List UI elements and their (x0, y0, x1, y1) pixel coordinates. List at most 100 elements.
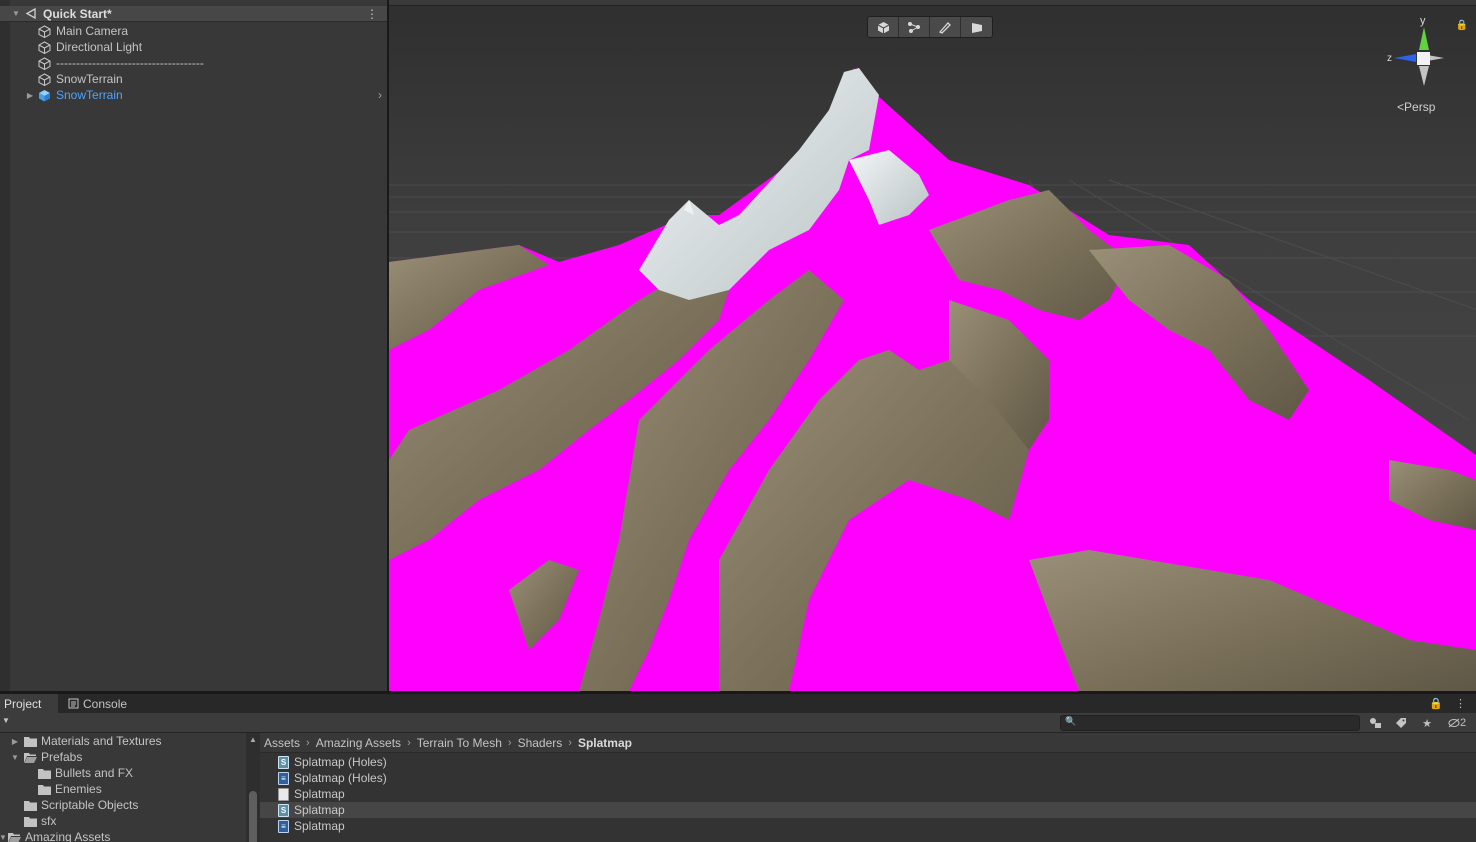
gameobject-icon (38, 40, 51, 54)
search-input[interactable]: 🔍 (1060, 715, 1360, 731)
hierarchy-item-label: Directional Light (56, 40, 143, 54)
breadcrumb-separator-icon: › (407, 736, 411, 749)
hierarchy-item-snowterrain[interactable]: SnowTerrain (10, 71, 387, 87)
folder-tree: ▶ Materials and Textures ▼ Prefabs Bulle… (0, 733, 246, 842)
hierarchy-item-snowterrain-prefab[interactable]: ▶ SnowTerrain › (10, 87, 387, 103)
breadcrumb-separator-icon: › (507, 736, 512, 749)
file-item[interactable]: ≡ Splatmap (Holes) (260, 770, 1476, 786)
tree-item-materials-and-textures[interactable]: ▶ Materials and Textures (10, 733, 162, 749)
tab-project[interactable]: Project (0, 694, 58, 713)
folder-open-icon (8, 832, 21, 842)
orientation-gizmo[interactable]: y z (1384, 14, 1464, 94)
tree-item-enemies[interactable]: Enemies (38, 781, 102, 797)
tree-item-bullets-and-fx[interactable]: Bullets and FX (38, 765, 133, 781)
shaded-cube-icon[interactable] (868, 17, 899, 37)
hierarchy-item-label: ------------------------------------- (56, 56, 204, 70)
folder-open-icon (24, 752, 37, 763)
chevron-right-icon[interactable]: ▶ (25, 91, 35, 100)
scene-name: Quick Start* (43, 6, 112, 21)
project-panel: Project Console 🔒 ⋮ ▼ 🔍 ★ 2 ▶ Materials … (0, 694, 1476, 842)
shader-icon: S (278, 755, 289, 769)
breadcrumb-amazing-assets[interactable]: Amazing Assets (316, 736, 401, 750)
scene-view[interactable]: y z <Persp 🔒 (389, 0, 1476, 691)
sculpt-brush-icon[interactable] (930, 17, 961, 37)
hierarchy-item-separator[interactable]: ------------------------------------- (10, 55, 387, 71)
folder-icon (38, 768, 51, 779)
breadcrumb-assets[interactable]: Assets (264, 736, 300, 750)
tab-bar: Project Console 🔒 ⋮ (0, 694, 1476, 713)
console-icon (68, 698, 79, 709)
gameobject-icon (38, 72, 51, 86)
text-file-icon (278, 787, 289, 801)
tree-item-sfx[interactable]: sfx (24, 813, 56, 829)
chevron-down-icon[interactable]: ▼ (10, 753, 20, 762)
shadergraph-icon: ≡ (278, 819, 289, 833)
hidden-packages-count: 2 (1459, 717, 1467, 729)
breadcrumb-separator-icon: › (306, 736, 310, 749)
gameobject-icon (38, 56, 51, 70)
hierarchy-item-label: Main Camera (56, 24, 129, 38)
eye-slash-icon (1448, 718, 1460, 728)
gizmo-y-label: y (1420, 15, 1426, 27)
lock-icon[interactable]: 🔒 (1456, 20, 1468, 31)
hierarchy-panel: ▼ Quick Start* ⋮ Main Camera Directional… (0, 0, 387, 691)
folder-icon (24, 816, 37, 827)
file-item[interactable]: Splatmap (260, 786, 1476, 802)
breadcrumb-splatmap[interactable]: Splatmap (578, 736, 632, 750)
gizmo-center-cube[interactable] (1417, 52, 1430, 65)
gizmo-z-label: z (1387, 53, 1392, 64)
gameobject-icon (38, 24, 51, 38)
shader-icon: S (278, 803, 289, 817)
scene-header-row[interactable]: ▼ Quick Start* ⋮ (0, 6, 387, 22)
hierarchy-item-label: SnowTerrain (56, 88, 123, 102)
folder-icon (38, 784, 51, 795)
tree-item-amazing-assets[interactable]: ▼ Amazing Assets (0, 829, 110, 842)
filter-by-type-icon[interactable] (1366, 715, 1384, 731)
tree-scrollbar[interactable]: ▲ (246, 733, 260, 842)
flag-icon[interactable] (961, 17, 992, 37)
hierarchy-item-directional-light[interactable]: Directional Light (10, 39, 387, 55)
breadcrumb-terrain-to-mesh[interactable]: Terrain To Mesh (417, 736, 502, 750)
gizmo-y-axis-neg[interactable] (1419, 66, 1429, 86)
hierarchy-gutter (0, 0, 10, 691)
kebab-menu-icon[interactable]: ⋮ (366, 7, 378, 21)
kebab-menu-icon[interactable]: ⋮ (1455, 697, 1466, 710)
search-icon: 🔍 (1065, 716, 1077, 726)
scrollbar-thumb[interactable] (249, 791, 257, 842)
favorite-star-icon[interactable]: ★ (1418, 715, 1436, 731)
file-item[interactable]: ≡ Splatmap (260, 818, 1476, 834)
persp-chevron-icon: < (1397, 100, 1405, 114)
folder-icon (24, 800, 37, 811)
tree-item-prefabs[interactable]: ▼ Prefabs (10, 749, 82, 765)
terrain-render (389, 0, 1476, 691)
chevron-down-icon[interactable]: ▼ (11, 9, 21, 18)
breadcrumb: Assets › Amazing Assets › Terrain To Mes… (260, 733, 1476, 753)
projection-label[interactable]: <Persp (1397, 100, 1435, 114)
hierarchy-item-main-camera[interactable]: Main Camera (10, 23, 387, 39)
gizmo-z-axis[interactable] (1394, 54, 1416, 62)
prefab-icon (39, 89, 50, 101)
shadergraph-icon: ≡ (278, 771, 289, 785)
scroll-up-arrow-icon[interactable]: ▲ (249, 735, 257, 744)
tree-item-scriptable-objects[interactable]: Scriptable Objects (24, 797, 138, 813)
open-prefab-chevron-icon[interactable]: › (378, 88, 382, 102)
chevron-down-icon[interactable]: ▼ (0, 833, 8, 842)
breadcrumb-separator-icon: › (568, 736, 572, 749)
move-nodes-icon[interactable] (899, 17, 930, 37)
chevron-right-icon[interactable]: ▶ (10, 737, 20, 746)
create-dropdown-icon[interactable]: ▼ (2, 716, 10, 725)
file-browser: Assets › Amazing Assets › Terrain To Mes… (260, 733, 1476, 842)
tab-console[interactable]: Console (64, 694, 131, 713)
terrain-overlay-toolbar[interactable] (867, 16, 993, 38)
breadcrumb-shaders[interactable]: Shaders (518, 736, 563, 750)
file-item-selected[interactable]: S Splatmap (260, 802, 1476, 818)
project-toolbar: ▼ 🔍 ★ 2 (0, 713, 1476, 733)
filter-by-label-icon[interactable] (1392, 715, 1410, 731)
hidden-packages-toggle[interactable]: 2 (1444, 715, 1470, 731)
scene-toolbar[interactable] (389, 0, 1476, 6)
file-item[interactable]: S Splatmap (Holes) (260, 754, 1476, 770)
gizmo-y-axis[interactable] (1419, 27, 1429, 50)
lock-icon[interactable]: 🔒 (1429, 697, 1443, 710)
unity-scene-icon (25, 7, 36, 20)
folder-icon (24, 736, 37, 747)
